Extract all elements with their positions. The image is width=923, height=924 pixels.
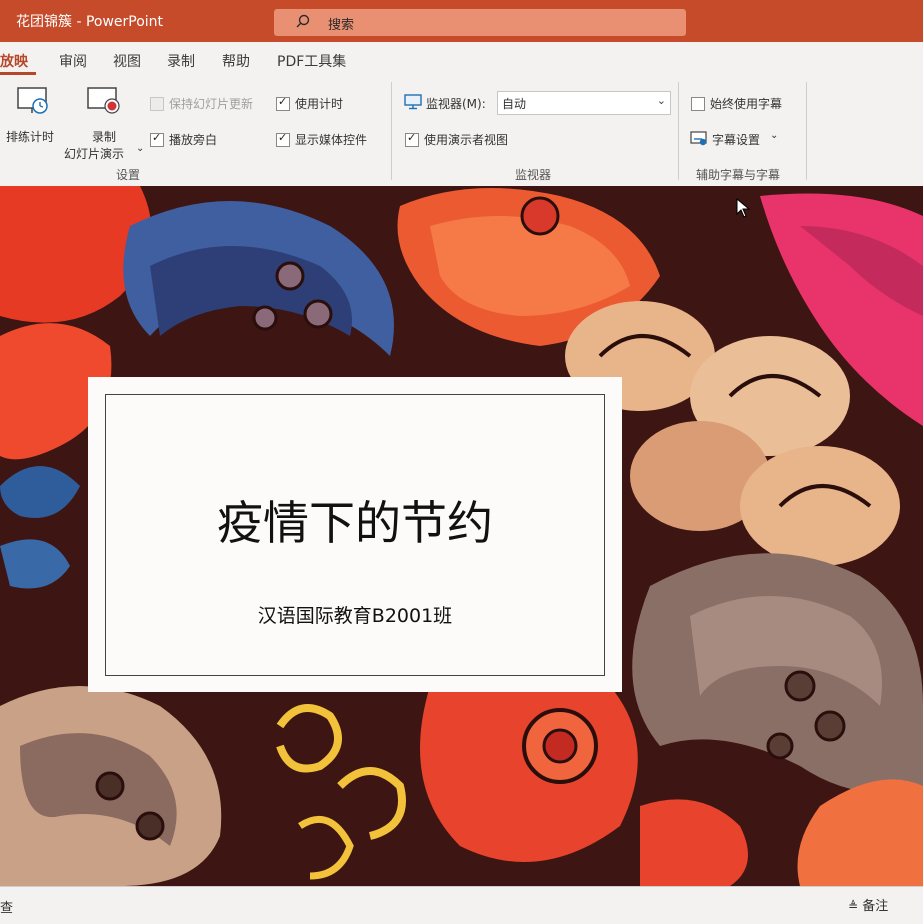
title-bar: 花团锦簇 - PowerPoint 搜索 <box>0 0 923 42</box>
tab-record[interactable]: 录制 <box>167 51 195 71</box>
record-label-line1: 录制 <box>92 130 117 144</box>
presenter-view-label: 使用演示者视图 <box>424 133 509 147</box>
play-narration-checkbox[interactable] <box>150 131 164 147</box>
monitor-icon <box>404 94 422 110</box>
tab-review[interactable]: 审阅 <box>59 51 87 71</box>
slide-title[interactable]: 疫情下的节约 <box>106 487 604 553</box>
search-box[interactable]: 搜索 <box>274 9 686 36</box>
notes-icon: ≜ <box>848 899 859 913</box>
use-timings-checkbox[interactable] <box>276 95 290 111</box>
active-tab-indicator <box>0 72 36 75</box>
show-media-controls-checkbox[interactable] <box>276 131 290 147</box>
keep-updated-label: 保持幻灯片更新 <box>169 97 254 111</box>
window-title: 花团锦簇 - PowerPoint <box>16 14 164 30</box>
settings-group-label: 设置 <box>116 168 141 182</box>
group-divider <box>678 82 679 180</box>
captions-group-label: 辅助字幕与字幕 <box>696 168 781 182</box>
status-bar: 查 ≜ 备注 <box>0 886 923 924</box>
group-divider <box>391 82 392 180</box>
record-slideshow-button[interactable]: 录制 幻灯片演示 ⌄ <box>62 84 146 161</box>
ribbon: 排练计时 录制 幻灯片演示 ⌄ 保持幻灯片更新 使用计时 播放旁白 显示媒体控件… <box>0 76 923 187</box>
title-placeholder[interactable]: 疫情下的节约 汉语国际教育B2001班 <box>88 377 622 692</box>
monitor-value: 自动 <box>502 97 527 111</box>
slide-subtitle[interactable]: 汉语国际教育B2001班 <box>106 601 604 628</box>
play-narration-label: 播放旁白 <box>169 133 218 147</box>
monitors-group-label: 监视器 <box>515 168 552 182</box>
subtitle-settings-button[interactable]: 字幕设置 ⌄ <box>690 128 782 150</box>
subtitle-settings-label: 字幕设置 <box>712 133 761 147</box>
status-text: 查 <box>0 901 14 916</box>
slide-canvas[interactable]: 疫情下的节约 汉语国际教育B2001班 <box>0 186 923 886</box>
title-frame: 疫情下的节约 汉语国际教育B2001班 <box>105 394 605 676</box>
record-label-line2: 幻灯片演示 <box>64 147 125 161</box>
always-subtitles-label: 始终使用字幕 <box>710 97 783 111</box>
rehearse-timer-icon <box>17 87 48 114</box>
chevron-down-icon: ⌄ <box>656 94 666 107</box>
monitor-select[interactable]: 自动 ⌄ <box>497 91 671 115</box>
tab-pdf-tools[interactable]: PDF工具集 <box>277 51 346 71</box>
notes-button[interactable]: ≜ 备注 <box>848 895 888 914</box>
subtitle-settings-icon <box>690 131 707 146</box>
chevron-down-icon: ⌄ <box>770 130 779 141</box>
tab-help[interactable]: 帮助 <box>222 51 250 71</box>
rehearse-label: 排练计时 <box>6 130 55 144</box>
presenter-view-checkbox[interactable] <box>405 131 419 147</box>
mouse-cursor-icon <box>736 198 751 218</box>
monitor-label: 监视器(M): <box>426 97 486 111</box>
group-divider <box>806 82 807 180</box>
keep-updated-checkbox[interactable] <box>150 97 164 111</box>
always-subtitles-checkbox[interactable] <box>691 97 705 111</box>
record-icon <box>87 87 120 114</box>
notes-label: 备注 <box>862 899 889 914</box>
ribbon-tabs: 放映 审阅 视图 录制 帮助 PDF工具集 <box>0 42 923 76</box>
rehearse-timings-button[interactable]: 排练计时 <box>4 84 62 144</box>
use-timings-label: 使用计时 <box>295 97 344 111</box>
search-input[interactable]: 搜索 <box>328 14 354 33</box>
search-icon <box>296 14 310 28</box>
show-media-controls-label: 显示媒体控件 <box>295 133 368 147</box>
tab-slideshow[interactable]: 放映 <box>0 51 28 71</box>
tab-view[interactable]: 视图 <box>113 51 141 71</box>
chevron-down-icon: ⌄ <box>136 143 145 154</box>
